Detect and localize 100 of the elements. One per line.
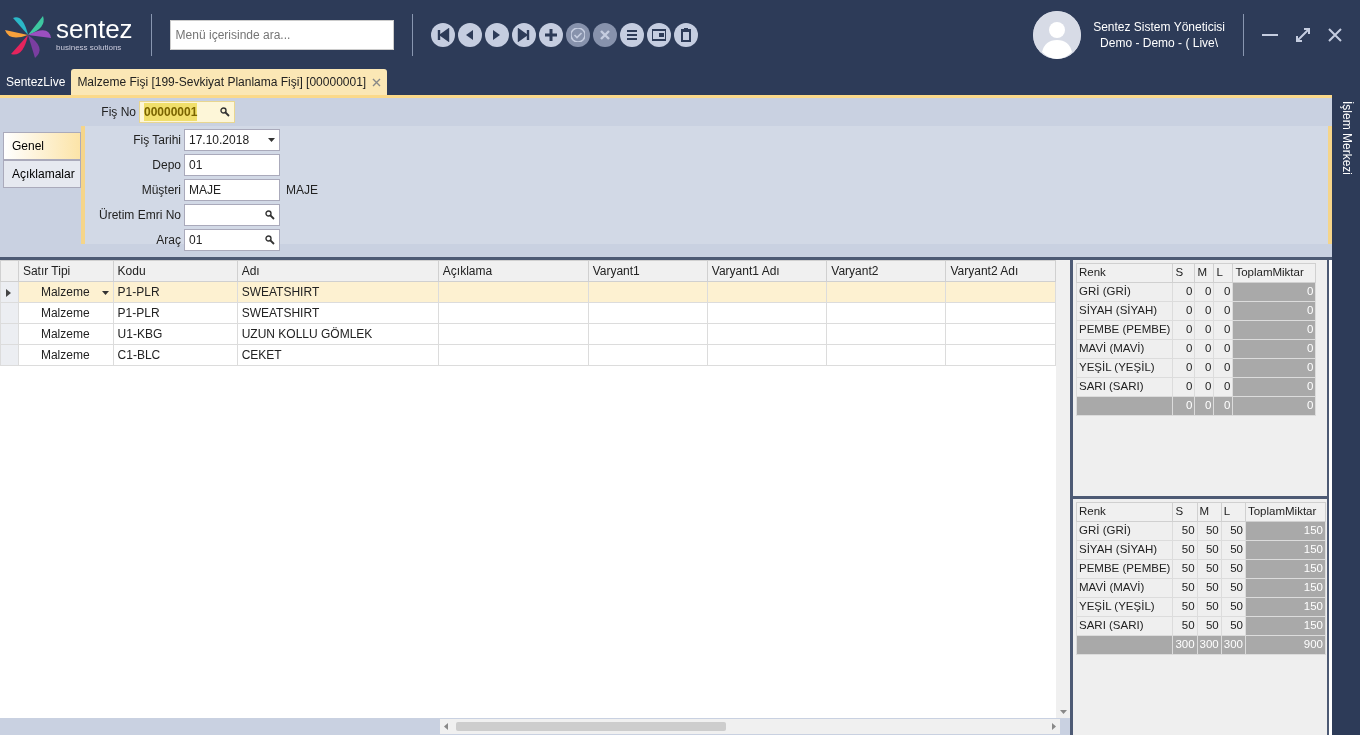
table-cell: 0 (1205, 361, 1212, 374)
side-panel-title[interactable]: İşlem Merkezi (1338, 101, 1356, 175)
form-tab[interactable]: Genel (3, 132, 81, 160)
search-icon[interactable] (265, 235, 275, 245)
column-header[interactable]: Açıklama (438, 260, 589, 282)
plus-icon-button[interactable] (538, 23, 563, 47)
logo-text: sentez (56, 16, 133, 42)
table-cell: C1-BLC (117, 348, 161, 362)
table-cell: 50 (1205, 543, 1219, 556)
check-icon (570, 28, 585, 42)
table-cell: SWEATSHIRT (241, 306, 320, 320)
vertical-scrollbar[interactable] (1056, 260, 1070, 718)
field-label: Üretim Emri No (98, 207, 181, 224)
table-cell: 0 (1224, 323, 1231, 336)
search-icon[interactable] (265, 210, 275, 220)
previous-icon-button[interactable] (457, 23, 482, 47)
field-label: Depo (151, 157, 181, 174)
column-header[interactable]: Adı (237, 260, 439, 282)
caret-icon[interactable] (101, 290, 109, 295)
table-cell: MAVİ (MAVİ) (1079, 581, 1145, 594)
table-cell: 0 (1186, 304, 1193, 317)
input-field[interactable] (184, 204, 280, 226)
table-cell: 150 (1303, 619, 1323, 632)
field-label: Araç (155, 232, 181, 249)
table-cell: 0 (1224, 285, 1231, 298)
input-field[interactable]: 01 (184, 229, 280, 251)
scroll-left-icon[interactable] (444, 723, 448, 730)
column-header[interactable]: Varyant1 (588, 260, 708, 282)
column-header[interactable]: Renk (1076, 502, 1173, 522)
column-header[interactable]: Kodu (113, 260, 238, 282)
document-tab[interactable]: SentezLive (0, 69, 72, 95)
table-cell: GRİ (GRİ) (1079, 285, 1131, 298)
trash-icon-button[interactable] (673, 23, 698, 47)
scroll-down-icon[interactable] (1059, 710, 1067, 714)
column-header[interactable]: Varyant2 (826, 260, 946, 282)
logo-tagline: business solutions (56, 42, 123, 54)
horizontal-scrollbar[interactable] (0, 718, 1070, 735)
field-label: Fiş No (100, 104, 136, 121)
table-cell: CEKET (241, 348, 282, 362)
close-icon[interactable] (1328, 28, 1342, 42)
list-icon-button[interactable] (619, 23, 644, 47)
document-tab[interactable]: Malzeme Fişi [199-Sevkiyat Planlama Fişi] [00000001] (71, 69, 388, 95)
card-icon-button[interactable] (646, 23, 671, 47)
date-field[interactable]: 17.10.2018 (184, 129, 280, 151)
column-header[interactable]: L (1221, 502, 1246, 522)
table-cell: 50 (1230, 619, 1243, 632)
table-cell: 50 (1230, 524, 1243, 537)
column-header[interactable]: M (1197, 502, 1222, 522)
total-cell: 0 (1186, 399, 1193, 412)
table-cell: 0 (1224, 361, 1231, 374)
table-cell: 0 (1224, 380, 1231, 393)
table-cell: UZUN KOLLU GÖMLEK (241, 327, 373, 341)
input-field[interactable]: 01 (184, 154, 280, 176)
menu-search-field[interactable]: Menü içerisinde ara... (169, 20, 394, 50)
search-icon[interactable] (220, 107, 230, 117)
table-cell: Malzeme (40, 348, 90, 362)
avatar-icon (1033, 11, 1082, 59)
table-cell: 0 (1224, 304, 1231, 317)
field-label: Fiş Tarihi (132, 132, 181, 149)
table-cell: MAVİ (MAVİ) (1079, 342, 1145, 355)
input-field[interactable]: MAJE (184, 179, 280, 201)
table-cell: SARI (SARI) (1079, 380, 1144, 393)
next-icon (493, 30, 501, 40)
table-cell: 150 (1303, 581, 1323, 594)
expand-icon[interactable] (1296, 28, 1310, 42)
table-cell: 50 (1181, 562, 1195, 575)
first-icon-button[interactable] (430, 23, 455, 47)
minimize-icon[interactable] (1262, 33, 1278, 37)
column-header[interactable]: S (1172, 502, 1198, 522)
table-cell: 50 (1230, 543, 1243, 556)
table-cell: 0 (1205, 323, 1212, 336)
table-cell: 50 (1205, 524, 1219, 537)
column-header[interactable]: Varyant1 Adı (707, 260, 827, 282)
last-icon-button[interactable] (511, 23, 536, 47)
table-cell: 0 (1186, 342, 1193, 355)
column-header[interactable]: Satır Tipi (18, 260, 114, 282)
scroll-right-icon[interactable] (1052, 723, 1056, 730)
table-cell: SİYAH (SİYAH) (1079, 543, 1158, 556)
table-cell: Malzeme (40, 285, 90, 299)
caret-icon[interactable] (268, 138, 275, 142)
user-name: Sentez Sistem Yöneticisi (1093, 19, 1225, 35)
column-header[interactable]: S (1172, 263, 1195, 283)
previous-icon (466, 30, 474, 40)
card-icon (651, 28, 666, 42)
total-cell: 0 (1205, 399, 1212, 412)
next-icon-button[interactable] (484, 23, 509, 47)
receipt-number-field[interactable]: 00000001 (139, 101, 235, 123)
column-header[interactable]: ToplamMiktar (1245, 502, 1326, 522)
column-header[interactable]: Renk (1076, 263, 1173, 283)
table-cell: 0 (1186, 361, 1193, 374)
column-header[interactable]: ToplamMiktar (1232, 263, 1316, 283)
table-cell: 50 (1205, 619, 1219, 632)
table-cell: YEŞİL (YEŞİL) (1079, 600, 1155, 613)
table-cell: 50 (1181, 600, 1195, 613)
table-cell: 0 (1307, 342, 1314, 355)
column-header[interactable]: Varyant2 Adı (945, 260, 1056, 282)
last-icon (516, 28, 531, 42)
form-tab[interactable]: Açıklamalar (3, 160, 81, 188)
table-cell: P1-PLR (117, 285, 160, 299)
table-cell: 0 (1307, 380, 1314, 393)
